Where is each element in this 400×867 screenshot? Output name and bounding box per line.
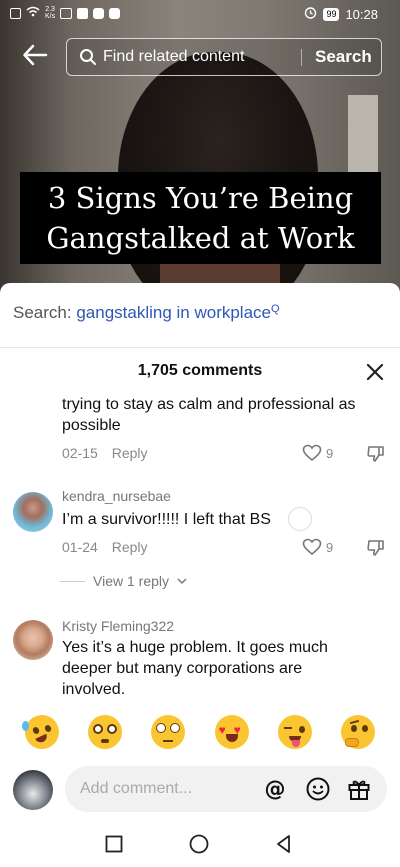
related-search-term[interactable]: gangstakling in workplace: [76, 303, 271, 322]
search-button[interactable]: Search: [315, 47, 372, 67]
dislike-icon[interactable]: [366, 444, 386, 469]
comment-text: I’m a survivor!!!!! I left that BS: [62, 511, 271, 528]
youtube-notif-icon-2: [109, 7, 121, 19]
flushed-emoji[interactable]: [87, 715, 122, 749]
heart-eyes-emoji[interactable]: ♥ ♥: [214, 715, 249, 749]
clock: 10:28: [345, 6, 378, 22]
recent-apps-icon[interactable]: [104, 834, 124, 859]
alarm-icon: [304, 6, 317, 22]
avatar[interactable]: [13, 492, 53, 532]
search-bar[interactable]: Find related content Search: [66, 38, 382, 76]
dislike-icon[interactable]: [366, 538, 386, 563]
thinking-emoji[interactable]: [341, 715, 376, 749]
heart-icon: [302, 538, 322, 556]
loading-circle: [288, 507, 312, 531]
like-button[interactable]: 9: [302, 538, 333, 556]
comment-meta: 02-15 Reply: [62, 445, 148, 461]
back-nav-icon[interactable]: [274, 834, 294, 859]
video-notif-icon: [60, 7, 73, 19]
mention-icon[interactable]: @: [262, 776, 288, 802]
comment-input[interactable]: [65, 766, 387, 812]
avatar[interactable]: [13, 620, 53, 660]
search-placeholder[interactable]: Find related content: [103, 48, 244, 66]
net-speed: 2.3 K/s: [45, 6, 56, 20]
view-replies-button[interactable]: View 1 reply: [60, 573, 187, 589]
search-divider: [301, 49, 302, 66]
eye-roll-emoji[interactable]: [151, 715, 186, 749]
emoji-quick-bar: ♥ ♥: [0, 715, 400, 755]
wink-tongue-emoji[interactable]: [277, 715, 312, 749]
system-nav-bar: [0, 828, 400, 867]
user-avatar[interactable]: [13, 770, 53, 810]
reply-button[interactable]: Reply: [112, 539, 148, 555]
video-title-overlay: 3 Signs You’re Being Gangstalked at Work: [20, 172, 381, 264]
back-arrow-icon[interactable]: [22, 42, 48, 68]
comment-meta: 01-24 Reply: [62, 539, 148, 555]
wifi-icon: [26, 6, 40, 20]
svg-text:@: @: [265, 777, 286, 801]
video-title-line-2: Gangstalked at Work: [46, 221, 355, 255]
comments-count: 1,705 comments: [137, 362, 263, 379]
heart-icon: [302, 444, 322, 462]
chevron-down-icon: [177, 578, 187, 585]
close-icon[interactable]: [364, 361, 386, 383]
emoji-picker-icon[interactable]: [305, 776, 331, 802]
youtube-notif-icon: [93, 7, 105, 19]
related-search-badge-icon: Q: [271, 303, 280, 315]
search-icon: [79, 48, 97, 71]
sim-icon: [10, 7, 21, 19]
related-search-link[interactable]: Search: gangstakling in workplaceQ: [13, 303, 280, 323]
divider: [0, 347, 400, 348]
comment-input-bar: @: [0, 762, 400, 818]
rofl-emoji[interactable]: [21, 715, 59, 749]
like-count: 9: [326, 445, 334, 461]
video-title-line-1: 3 Signs You’re Being: [47, 181, 354, 215]
comment-text: Yes it’s a huge problem. It goes much de…: [62, 639, 328, 698]
like-count: 9: [326, 539, 334, 555]
app-notif-icon: [77, 7, 89, 19]
comment-text: trying to stay as calm and professional …: [62, 396, 356, 434]
reply-button[interactable]: Reply: [112, 445, 148, 461]
comment-date: 02-15: [62, 445, 98, 461]
comment-username[interactable]: kendra_nursebae: [62, 488, 171, 504]
gift-icon[interactable]: [346, 776, 372, 802]
comments-sheet: Search: gangstakling in workplaceQ 1,705…: [0, 283, 400, 867]
comment-date: 01-24: [62, 539, 98, 555]
home-icon[interactable]: [188, 834, 210, 861]
status-bar: 2.3 K/s 99 10:28: [0, 0, 400, 28]
battery-indicator: 99: [323, 7, 340, 21]
comment-username[interactable]: Kristy Fleming322: [62, 618, 174, 634]
like-button[interactable]: 9: [302, 444, 333, 462]
